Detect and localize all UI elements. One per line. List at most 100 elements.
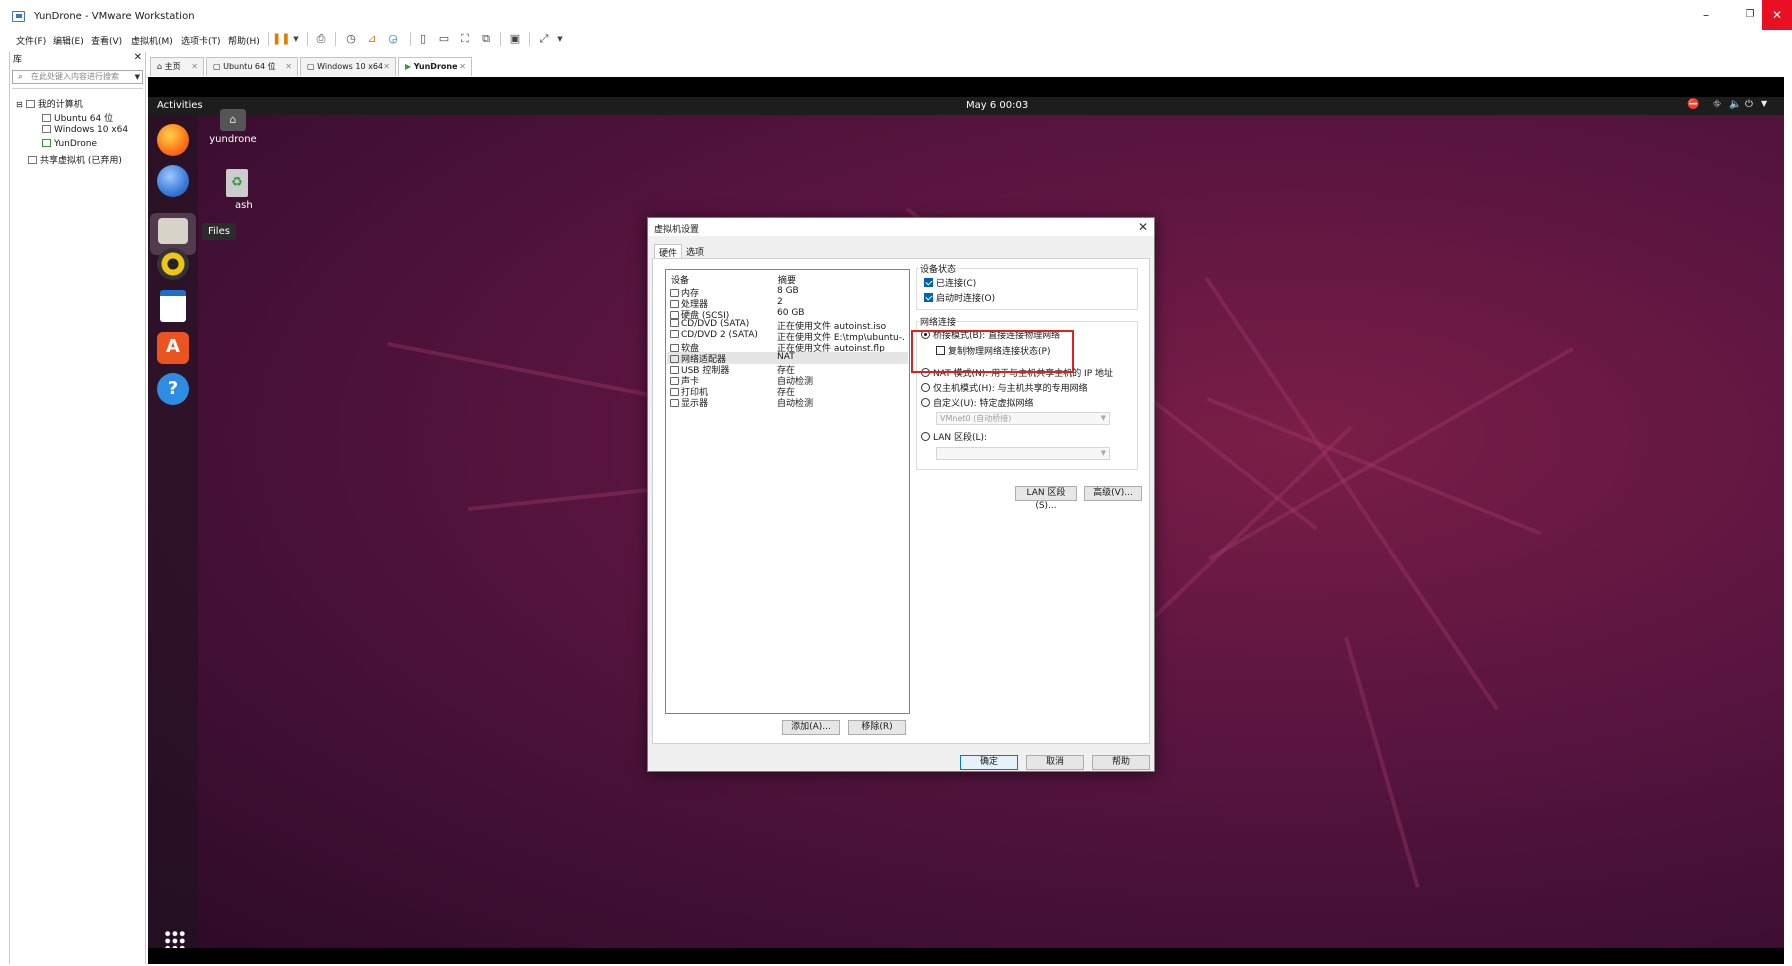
desktop-home-folder[interactable]: ⌂ yundrone [203, 109, 263, 145]
menu-vm[interactable]: 虚拟机(M) [131, 34, 173, 47]
rhythmbox-icon[interactable] [157, 248, 189, 280]
connected-checkbox[interactable]: 已连接(C) [924, 276, 976, 289]
show-applications-icon[interactable] [164, 930, 186, 948]
remove-device-button[interactable]: 移除(R) [848, 720, 906, 735]
thumbnail-bar-icon[interactable]: ▭ [436, 32, 452, 46]
connect-on-power-checkbox[interactable]: 启动时连接(O) [924, 291, 995, 304]
checkbox-checked-icon [924, 293, 933, 302]
menu-help[interactable]: 帮助(H) [228, 34, 260, 47]
device-name: CD/DVD (SATA) [670, 319, 749, 329]
dialog-title: 虚拟机设置 [654, 225, 700, 235]
add-device-button[interactable]: 添加(A)... [782, 720, 840, 735]
collapse-icon[interactable]: ⊟ [16, 100, 23, 109]
custom-network-select[interactable]: VMnet0 (自动桥接) ▼ [936, 412, 1110, 425]
close-icon[interactable]: ✕ [459, 58, 466, 76]
close-icon[interactable]: ✕ [191, 58, 198, 76]
memory-icon [670, 289, 679, 297]
tab-hardware[interactable]: 硬件 [654, 244, 683, 259]
tab-yundrone[interactable]: ▶ YunDrone ✕ [398, 57, 472, 76]
do-not-disturb-icon[interactable]: ⛔ [1687, 99, 1699, 110]
window-title: YunDrone - VMware Workstation [34, 11, 195, 22]
close-button[interactable]: ✕ [1762, 0, 1792, 30]
chevron-down-icon[interactable]: ▼ [1761, 99, 1767, 108]
menu-view[interactable]: 查看(V) [91, 34, 122, 47]
shared-vm-icon [28, 156, 37, 164]
tree-my-computer[interactable]: ⊟ 我的计算机 [16, 97, 83, 110]
advanced-button[interactable]: 高级(V)... [1084, 486, 1142, 501]
sound-card-icon [670, 377, 679, 385]
firefox-icon[interactable] [157, 124, 189, 156]
toolbar-separator [500, 32, 501, 46]
ubuntu-dock: A ? [148, 115, 198, 948]
menu-edit[interactable]: 编辑(E) [53, 34, 84, 47]
unity-icon[interactable]: ⧉ [478, 32, 494, 46]
desktop-trash[interactable]: ♻ ash [222, 169, 262, 211]
library-close-icon[interactable]: ✕ [134, 52, 142, 63]
pause-icon[interactable]: ❚❚ [272, 32, 290, 46]
thunderbird-icon[interactable] [157, 165, 189, 197]
home-icon: ⌂ [157, 62, 165, 71]
lan-segments-button[interactable]: LAN 区段(S)... [1015, 486, 1077, 511]
network-connection-label: 网络连接 [919, 315, 958, 328]
dialog-close-icon[interactable]: ✕ [1138, 220, 1148, 234]
library-view-icon[interactable]: ▯ [415, 32, 431, 46]
console-icon[interactable]: ▣ [507, 32, 523, 46]
full-screen-icon[interactable]: ⛶ [457, 32, 473, 46]
ok-button[interactable]: 确定 [960, 755, 1018, 770]
cancel-button[interactable]: 取消 [1026, 755, 1084, 770]
device-summary: 8 GB [777, 286, 799, 296]
vm-running-icon [42, 139, 51, 147]
activities-button[interactable]: Activities [157, 100, 203, 111]
vmware-logo-icon [12, 11, 25, 22]
device-row[interactable]: 显示器 自动检测 [667, 396, 908, 409]
dock-tooltip: Files [202, 223, 236, 240]
clock[interactable]: May 6 00:03 [966, 100, 1028, 111]
help-icon[interactable]: ? [157, 373, 189, 405]
cpu-icon [670, 300, 679, 308]
display-icon [670, 399, 679, 407]
library-tree: ⊟ 我的计算机 Ubuntu 64 位 Windows 10 x64 YunDro… [12, 88, 143, 964]
minimize-button[interactable]: – [1684, 0, 1728, 30]
stretch-icon[interactable]: ⤢ [536, 32, 552, 46]
volume-icon[interactable]: 🔈 [1729, 99, 1741, 110]
library-search-input[interactable]: ⌕ 在此处键入内容进行搜索 ▼ [12, 70, 143, 84]
help-button[interactable]: 帮助 [1092, 755, 1150, 770]
menu-tabs[interactable]: 选项卡(T) [181, 34, 221, 47]
libreoffice-writer-icon[interactable] [160, 290, 186, 322]
tab-windows[interactable]: ▢ Windows 10 x64 ✕ [300, 57, 396, 76]
lan-segment-radio[interactable]: LAN 区段(L): [921, 430, 987, 443]
chevron-down-icon[interactable]: ▼ [135, 71, 140, 83]
lan-segment-select[interactable]: ▼ [936, 447, 1110, 460]
power-icon[interactable]: ⏻ [1745, 99, 1753, 110]
network-icon[interactable]: ⛗ [1713, 99, 1721, 110]
tab-options[interactable]: 选项 [682, 244, 708, 258]
host-only-radio[interactable]: 仅主机模式(H): 与主机共享的专用网络 [921, 381, 1088, 394]
menu-file[interactable]: 文件(F) [16, 34, 46, 47]
tree-vm-windows[interactable]: Windows 10 x64 [42, 125, 128, 135]
send-keys-icon[interactable]: ⎙ [313, 32, 329, 46]
radio-icon [921, 432, 930, 441]
snapshot-manager-icon[interactable]: ◶ [385, 32, 401, 46]
software-center-icon[interactable]: A [157, 332, 189, 364]
tree-vm-yundrone[interactable]: YunDrone [42, 139, 97, 149]
toolbar-separator [268, 32, 269, 46]
revert-snapshot-icon[interactable]: ⊿ [364, 32, 380, 46]
dropdown-arrow-icon[interactable]: ▼ [288, 32, 304, 46]
chevron-down-icon: ▼ [1100, 414, 1106, 422]
floppy-icon [670, 344, 679, 352]
dropdown-arrow-icon[interactable]: ▼ [552, 32, 568, 46]
device-summary: 自动检测 [777, 399, 814, 409]
tree-shared-vms[interactable]: 共享虚拟机 (已弃用) [28, 153, 122, 166]
annotation-highlight-box [911, 330, 1074, 373]
cdrom-icon [670, 330, 679, 338]
vm-top-border [148, 77, 1784, 97]
custom-radio[interactable]: 自定义(U): 特定虚拟网络 [921, 396, 1034, 409]
tree-vm-ubuntu[interactable]: Ubuntu 64 位 [42, 111, 113, 124]
snapshot-icon[interactable]: ◷ [343, 32, 359, 46]
tab-home[interactable]: ⌂ 主页 ✕ [150, 57, 204, 76]
files-icon[interactable] [158, 218, 188, 244]
close-icon[interactable]: ✕ [285, 58, 292, 76]
close-icon[interactable]: ✕ [383, 58, 390, 76]
library-panel: 库 ✕ ⌕ 在此处键入内容进行搜索 ▼ ⊟ 我的计算机 Ubuntu 64 位 W… [9, 52, 146, 964]
tab-ubuntu[interactable]: ▢ Ubuntu 64 位 ✕ [206, 57, 298, 76]
